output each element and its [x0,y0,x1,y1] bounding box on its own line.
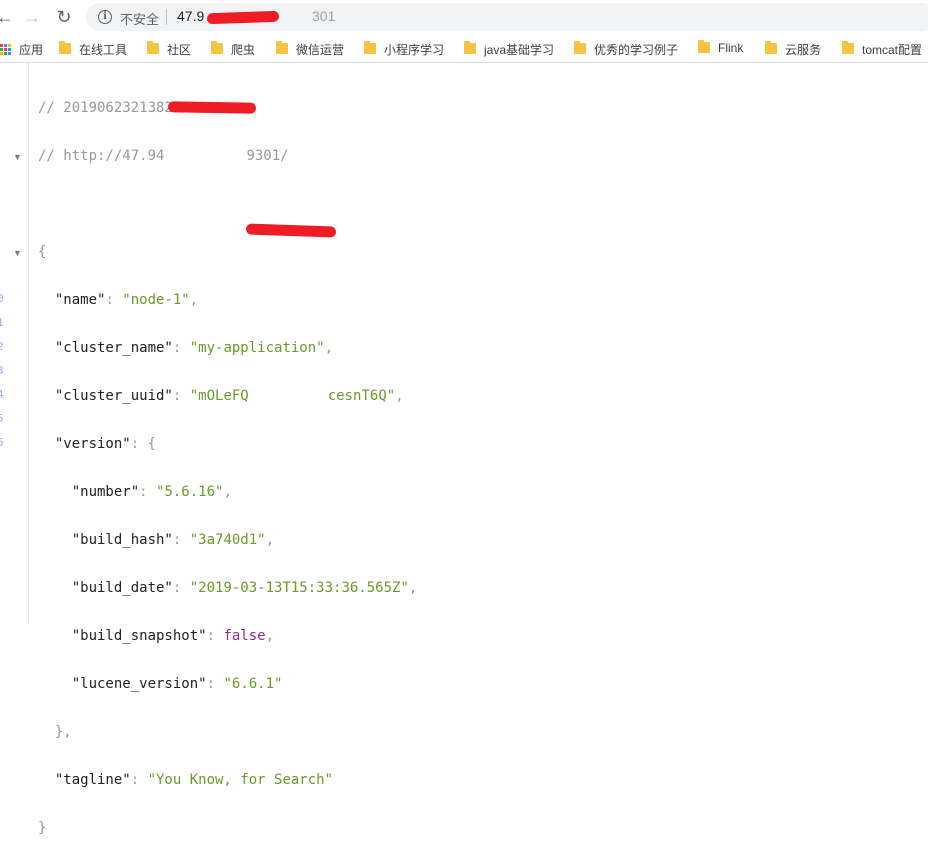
browser-toolbar: ← → ↻ i 不安全 47.9 301 [0,0,928,34]
json-row-lucene-version: "lucene_version": "6.6.1" [71,676,283,692]
info-icon[interactable]: i [98,10,112,24]
reload-icon[interactable]: ↻ [53,6,75,28]
folder-icon [59,41,71,54]
comment-url-end: 9301/ [246,148,289,164]
folder-icon [364,41,376,54]
forward-icon[interactable]: → [21,6,43,28]
json-row-cluster-name: "cluster_name": "my-application", [54,340,334,356]
json-string-value-start: "mOLeFQ [189,388,249,404]
address-bar[interactable]: i 不安全 47.9 301 [86,3,928,31]
line-number: 3 [0,364,4,377]
comment-url-start: // http://47.94 [38,148,165,164]
open-brace: { [38,244,47,260]
fold-toggle-icon[interactable]: ▼ [13,248,22,258]
json-row-cluster-uuid: "cluster_uuid": "mOLeFQ cesnT6Q", [54,388,404,404]
back-icon[interactable]: ← [0,6,16,28]
json-row-number: "number": "5.6.16", [71,484,232,500]
json-key: "name" [54,292,106,308]
address-separator [166,9,167,25]
comment-url-line: // http://47.94 9301/ [38,144,417,168]
bookmark-flink[interactable]: Flink [698,39,744,55]
line-number: 1 [0,316,4,329]
url-text-start[interactable]: 47.9 [177,8,204,24]
bookmark-apps[interactable]: 应用 [0,41,43,58]
bookmark-label: java基础学习 [484,43,555,57]
bookmark-miniprogram[interactable]: 小程序学习 [364,41,444,58]
json-string-value: "5.6.16" [156,484,224,500]
redaction-mark [206,10,280,25]
json-key: "version" [54,436,131,452]
json-string-value: "node-1" [122,292,190,308]
bookmark-label: 应用 [19,43,44,57]
bookmark-label: 云服务 [785,43,822,57]
line-number: 6 [0,436,4,449]
json-string-value: "You Know, for Search" [147,772,334,788]
line-number: 5 [0,412,4,425]
json-string-value: "my-application" [189,340,325,356]
insecure-label[interactable]: 不安全 [120,9,159,28]
json-string-value: "3a740d1" [189,532,266,548]
folder-icon [698,39,710,53]
bookmark-java-basics[interactable]: java基础学习 [464,41,554,58]
bookmark-label: tomcat配置 [862,43,923,57]
bookmark-cloud[interactable]: 云服务 [765,41,821,58]
folder-icon [211,41,223,54]
json-key: "build_date" [71,580,173,596]
json-key: "lucene_version" [71,676,207,692]
folder-icon [765,41,777,54]
json-string-value: "2019-03-13T15:33:36.565Z" [189,580,409,596]
json-key: "tagline" [54,772,131,788]
bookmark-label: 优秀的学习例子 [594,43,679,57]
json-row-build-hash: "build_hash": "3a740d1", [71,532,275,548]
bookmark-label: 爬虫 [231,43,256,57]
json-row-build-date: "build_date": "2019-03-13T15:33:36.565Z"… [71,580,418,596]
json-string-value: "6.6.1" [223,676,283,692]
bookmark-label: 微信运营 [296,43,345,57]
bookmark-online-tools[interactable]: 在线工具 [59,41,127,58]
version-close-brace: }, [38,724,72,740]
bookmark-tomcat[interactable]: tomcat配置 [842,41,922,58]
bookmark-examples[interactable]: 优秀的学习例子 [574,41,678,58]
folder-icon [276,41,288,54]
fold-toggle-icon[interactable]: ▼ [13,152,22,162]
json-row-tagline: "tagline": "You Know, for Search" [54,772,334,788]
folder-icon [842,41,854,54]
bookmark-wechat[interactable]: 微信运营 [276,41,344,58]
line-number: 0 [0,292,4,305]
json-key: "cluster_name" [54,340,173,356]
redaction-mark [167,101,257,114]
folder-icon [464,41,476,54]
bookmark-label: 在线工具 [79,43,128,57]
folder-icon [147,41,159,54]
json-string-value-end: cesnT6Q" [327,388,396,404]
apps-grid-icon [0,44,11,55]
bookmark-label: Flink [718,41,744,55]
json-key: "build_snapshot" [71,628,207,644]
url-text-end[interactable]: 301 [312,8,335,24]
json-viewer: // 20190623213823 // http://47.94 9301/ {… [38,72,417,864]
json-row-name: "name": "node-1", [54,292,199,308]
folder-icon [574,41,586,54]
json-row-build-snapshot: "build_snapshot": false, [71,628,275,644]
bookmark-community[interactable]: 社区 [147,41,191,58]
bookmark-crawler[interactable]: 爬虫 [211,41,255,58]
bookmark-label: 小程序学习 [384,43,445,57]
line-number: 4 [0,388,4,401]
json-key: "build_hash" [71,532,173,548]
json-key: "number" [71,484,140,500]
json-row-version: "version": { [54,436,157,452]
json-key: "cluster_uuid" [54,388,173,404]
json-boolean-value: false [223,628,266,644]
line-number: 2 [0,340,4,353]
line-gutter: ▼ ▼ 0 1 2 3 4 5 6 [0,63,29,624]
close-brace: } [38,820,47,836]
bookmarks-bar: 应用 在线工具 社区 爬虫 微信运营 小程序学习 java基础学习 优秀的学习例… [0,36,928,63]
bookmark-label: 社区 [167,43,192,57]
